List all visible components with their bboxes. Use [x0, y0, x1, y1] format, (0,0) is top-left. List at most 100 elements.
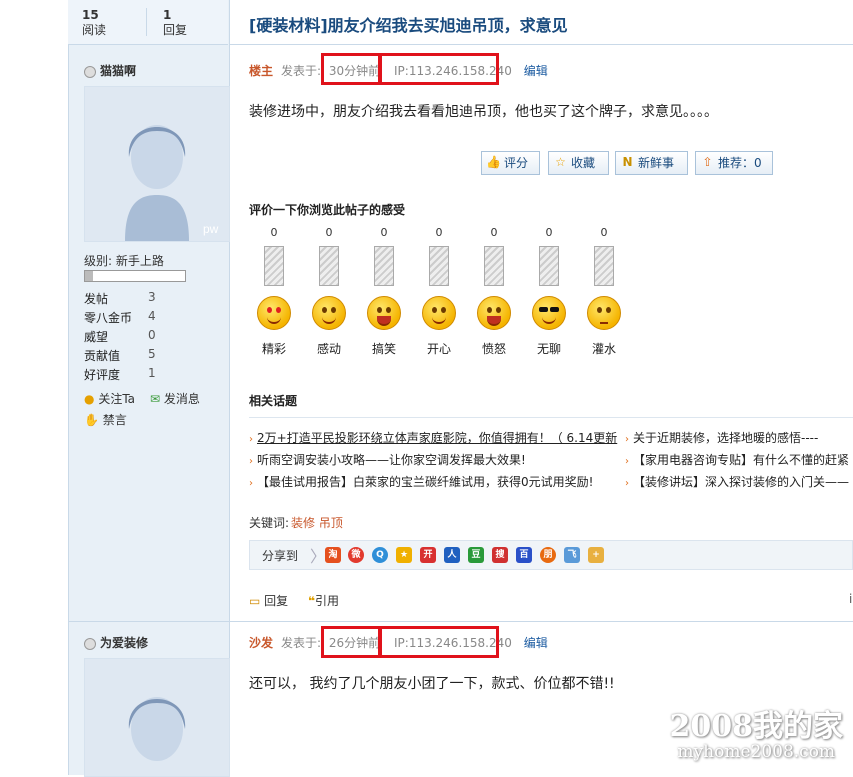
- edit-link[interactable]: 编辑: [524, 636, 548, 650]
- views-label: 阅读: [82, 23, 107, 37]
- related-topic-link[interactable]: › 听雨空调安装小攻略——让你家空调发挥最大效果!: [249, 451, 526, 468]
- cut-off-link: i: [849, 592, 853, 606]
- laughing-face-icon: [367, 296, 401, 330]
- mood-section-title: 评价一下你浏览此帖子的感受: [249, 203, 406, 217]
- keyword-link[interactable]: 装修: [291, 516, 315, 530]
- views-stat: 15 阅读: [82, 8, 106, 38]
- heart-eyes-face-icon: [257, 296, 291, 330]
- related-topic-link[interactable]: › 2万+打造平民投影环绕立体声家庭影院，你值得拥有！（ 6.14更新: [249, 429, 617, 446]
- highlight-box-ip: [379, 53, 499, 85]
- post2-avatar[interactable]: [84, 658, 230, 777]
- sohu-share-icon[interactable]: 搜: [492, 547, 508, 563]
- mood-item[interactable]: 0 精彩: [254, 226, 294, 357]
- mood-item[interactable]: 0 搞笑: [364, 226, 404, 357]
- sunglasses-face-icon: [532, 296, 566, 330]
- related-topic-link[interactable]: › 【装修讲坛】深入探讨装修的入门关——: [625, 473, 849, 490]
- post2-username[interactable]: 为爱装修: [100, 636, 148, 650]
- ban-link[interactable]: ✋ 禁言: [84, 411, 127, 428]
- post1-author[interactable]: 猫猫啊: [84, 62, 136, 79]
- user-stat-row: 贡献值 5: [84, 347, 156, 363]
- post2-content: 还可以， 我约了几个朋友小团了一下，款式、价位都不错!!: [249, 676, 615, 692]
- more-share-icon[interactable]: +: [588, 547, 604, 563]
- mood-item[interactable]: 0 无聊: [529, 226, 569, 357]
- replies-count: 1: [163, 8, 172, 22]
- star-share-icon[interactable]: ★: [396, 547, 412, 563]
- message-icon: ✉: [150, 392, 161, 406]
- keywords-label: 关键词:: [249, 516, 290, 530]
- mood-bar: [539, 246, 559, 286]
- fresh-news-button[interactable]: N 新鲜事: [615, 151, 688, 175]
- favorite-button[interactable]: ☆ 收藏: [548, 151, 609, 175]
- related-topic-link[interactable]: › 【最佳试用报告】白萊家的宝兰碳纤維试用，获得0元试用奖励!: [249, 473, 593, 490]
- post1-avatar[interactable]: pw: [84, 86, 230, 242]
- user-stat-row: 威望 0: [84, 328, 156, 344]
- level-progress-fill: [85, 271, 93, 281]
- taobao-share-icon[interactable]: 淘: [325, 547, 341, 563]
- related-topic-link[interactable]: › 【家用电器咨询专贴】有什么不懂的赶紧: [625, 451, 849, 468]
- user-icon: [84, 637, 96, 650]
- thread-stats: 15 阅读 1 回复: [68, 0, 228, 45]
- mood-bar: [484, 246, 504, 286]
- highlight-box-ip: [379, 626, 499, 658]
- user-icon: [84, 65, 96, 78]
- site-watermark: 2008我的家 myhome2008.com: [669, 709, 844, 762]
- kaixin-share-icon[interactable]: 开: [420, 547, 436, 563]
- happy-face-icon: [422, 296, 456, 330]
- user-stat-row: 发帖 3: [84, 290, 156, 306]
- douban-share-icon[interactable]: 豆: [468, 547, 484, 563]
- post1-content: 装修进场中，朋友介绍我去看看旭迪吊顶，他也买了这个牌子，求意见。。。。: [249, 104, 718, 120]
- renren-share-icon[interactable]: 人: [444, 547, 460, 563]
- follow-link[interactable]: ● 关注Ta: [84, 390, 135, 407]
- replies-stat: 1 回复: [163, 8, 187, 38]
- weibo-share-icon[interactable]: 微: [348, 547, 364, 563]
- arrow-up-icon: ⇧: [702, 155, 713, 169]
- views-count: 15: [82, 8, 99, 22]
- default-avatar-icon: pw: [85, 87, 229, 241]
- edit-link[interactable]: 编辑: [524, 64, 548, 78]
- highlight-box-time: [321, 626, 381, 658]
- rate-button[interactable]: 👍 评分: [481, 151, 540, 175]
- keyword-link[interactable]: 吊顶: [319, 516, 343, 530]
- user-level: 级别: 新手上路: [84, 254, 164, 268]
- thinking-face-icon: [587, 296, 621, 330]
- replies-label: 回复: [163, 23, 188, 37]
- recommend-button[interactable]: ⇧ 推荐：0: [695, 151, 773, 175]
- mood-item[interactable]: 0 灌水: [584, 226, 624, 357]
- keywords-row: 关键词: 装修 吊顶: [249, 514, 343, 531]
- thumbs-up-icon: 👍: [486, 155, 501, 169]
- quote-button[interactable]: ❝引用: [308, 592, 339, 609]
- baidu-share-icon[interactable]: 百: [516, 547, 532, 563]
- mood-bar: [429, 246, 449, 286]
- related-title: 相关话题: [249, 394, 298, 408]
- chevron-right-icon: 〉: [310, 547, 327, 566]
- lightbulb-icon: ●: [84, 392, 95, 406]
- reply-icon: ▭: [249, 594, 261, 608]
- posted-prefix: 发表于:: [281, 636, 322, 650]
- mood-bar: [264, 246, 284, 286]
- thread-title[interactable]: [硬装材料]朋友介绍我去买旭迪吊顶，求意见: [249, 12, 568, 36]
- highlight-box-time: [321, 53, 381, 85]
- qzone-share-icon[interactable]: Q: [372, 547, 388, 563]
- level-progress-bar: [84, 270, 186, 282]
- post1-username[interactable]: 猫猫啊: [100, 64, 136, 78]
- posted-prefix: 发表于:: [281, 64, 322, 78]
- pengyou-share-icon[interactable]: 朋: [540, 547, 556, 563]
- user-stat-row: 零八金币 4: [84, 309, 156, 325]
- reply-button[interactable]: ▭ 回复: [249, 592, 288, 609]
- related-topic-link[interactable]: › 关于近期装修，选择地暖的感悟----: [625, 429, 818, 446]
- star-icon: ☆: [555, 155, 566, 169]
- post2-role: 沙发: [249, 636, 274, 650]
- mood-item[interactable]: 0 开心: [419, 226, 459, 357]
- mood-item[interactable]: 0 感动: [309, 226, 349, 357]
- send-message-link[interactable]: ✉ 发消息: [150, 390, 200, 407]
- user-stat-row: 好评度 1: [84, 366, 156, 382]
- mood-item[interactable]: 0 愤怒: [474, 226, 514, 357]
- post2-author[interactable]: 为爱装修: [84, 634, 148, 651]
- feixin-share-icon[interactable]: 飞: [564, 547, 580, 563]
- hand-stop-icon: ✋: [84, 413, 99, 427]
- angry-face-icon: [477, 296, 511, 330]
- post-divider: [229, 621, 853, 622]
- quote-icon: ❝: [308, 594, 316, 608]
- crying-face-icon: [312, 296, 346, 330]
- default-avatar-icon: [85, 659, 229, 776]
